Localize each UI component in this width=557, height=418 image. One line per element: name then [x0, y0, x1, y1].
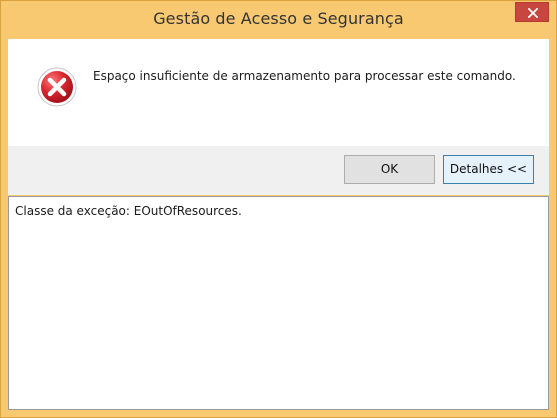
message-area: Espaço insuficiente de armazenamento par… — [8, 39, 549, 146]
title-bar[interactable]: Gestão de Acesso e Segurança — [1, 1, 556, 39]
details-textbox[interactable]: Classe da exceção: EOutOfResources. — [8, 196, 549, 410]
exception-class-text: Classe da exceção: EOutOfResources. — [15, 204, 242, 218]
error-message: Espaço insuficiente de armazenamento par… — [93, 69, 516, 83]
error-icon — [37, 67, 77, 107]
close-icon — [528, 8, 538, 18]
ok-button[interactable]: OK — [344, 155, 435, 184]
window-title: Gestão de Acesso e Segurança — [153, 9, 404, 28]
details-toggle-button[interactable]: Detalhes << — [443, 155, 534, 184]
error-dialog-window: Gestão de Acesso e Segurança Espaço insu… — [0, 0, 557, 418]
button-bar: OK Detalhes << — [8, 146, 549, 195]
close-button[interactable] — [515, 2, 549, 22]
